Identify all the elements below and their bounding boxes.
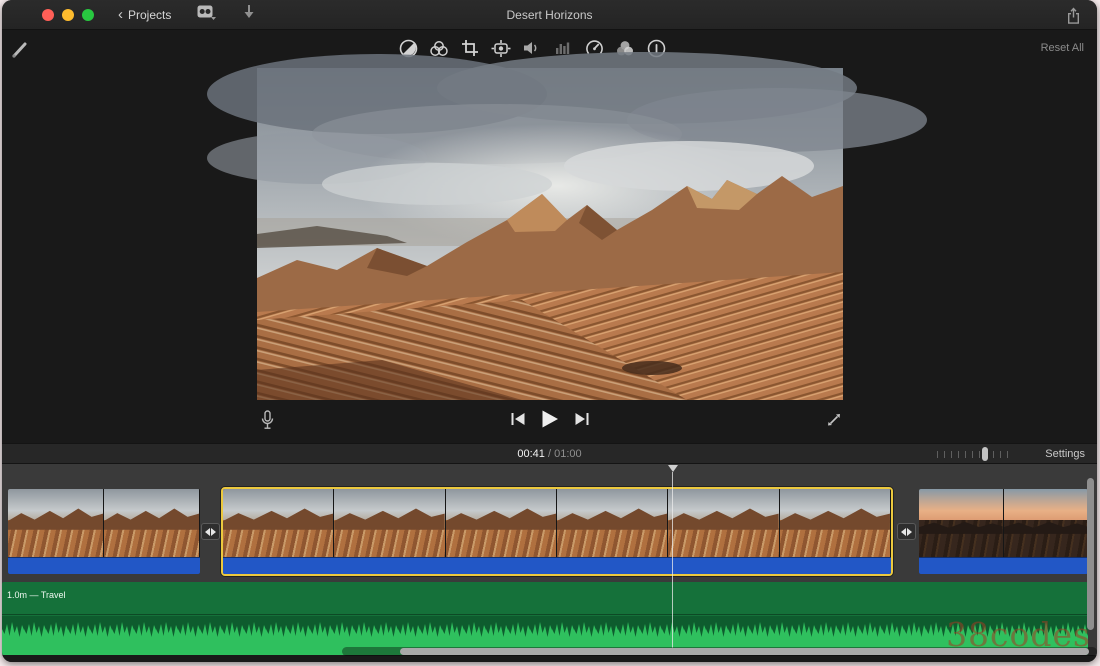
transition-button-2[interactable] bbox=[897, 523, 916, 540]
microphone-icon bbox=[260, 418, 275, 435]
import-button[interactable] bbox=[242, 4, 256, 25]
video-preview bbox=[257, 68, 843, 400]
filmstrip bbox=[8, 489, 200, 557]
timeline-clip-1[interactable] bbox=[8, 489, 200, 574]
transition-icon bbox=[901, 528, 906, 536]
content-pencil-icon[interactable] bbox=[10, 38, 32, 67]
music-label-band: 1.0m — Travel bbox=[2, 582, 1088, 615]
timeline-bottom-edge bbox=[2, 655, 1097, 662]
chevron-left-icon: ‹ bbox=[118, 7, 123, 22]
titlebar: ‹ Projects Desert Horizons bbox=[2, 0, 1097, 30]
timeline-toolbar: 00:41 / 01:00 Settings bbox=[2, 443, 1097, 464]
clip-thumbnail bbox=[446, 489, 557, 557]
clip-thumbnail bbox=[334, 489, 445, 557]
color-correction-button[interactable] bbox=[429, 38, 449, 58]
timeline-clip-3[interactable] bbox=[919, 489, 1088, 574]
clip-thumbnail bbox=[223, 489, 334, 557]
back-label: Projects bbox=[128, 8, 171, 22]
music-track-label: 1.0m — Travel bbox=[7, 590, 66, 600]
clip-audio-waveform bbox=[919, 557, 1088, 574]
voiceover-button[interactable] bbox=[260, 410, 275, 436]
clip-thumbnail bbox=[668, 489, 779, 557]
clip-thumbnail bbox=[557, 489, 668, 557]
preview-image bbox=[257, 68, 843, 400]
clip-thumbnail bbox=[919, 489, 1004, 557]
clip-audio-waveform bbox=[223, 557, 891, 574]
timecode-display: 00:41 / 01:00 bbox=[2, 448, 1097, 460]
clip-audio-waveform bbox=[8, 557, 200, 574]
timeline-clip-2-selected[interactable] bbox=[221, 487, 893, 576]
import-arrow-icon bbox=[242, 4, 256, 25]
play-button[interactable] bbox=[541, 410, 558, 433]
clip-thumbnail bbox=[8, 489, 104, 557]
back-to-projects-button[interactable]: ‹ Projects bbox=[118, 7, 171, 22]
timecode-duration: 01:00 bbox=[554, 448, 582, 460]
horizontal-scrollbar-track[interactable] bbox=[342, 647, 1097, 656]
timeline-pane: 1.0m — Travel bbox=[2, 464, 1097, 662]
zoom-slider-thumb[interactable] bbox=[982, 447, 988, 461]
transition-icon bbox=[211, 528, 216, 536]
music-track-clip[interactable]: 1.0m — Travel bbox=[2, 582, 1088, 655]
fullscreen-button[interactable] bbox=[826, 412, 842, 433]
stabilization-button[interactable] bbox=[491, 38, 511, 58]
crop-button[interactable] bbox=[460, 38, 480, 58]
media-browser-icon bbox=[197, 5, 216, 25]
share-button[interactable] bbox=[1066, 7, 1081, 29]
transition-button-1[interactable] bbox=[201, 523, 220, 540]
minimize-button[interactable] bbox=[62, 9, 74, 21]
previous-frame-button[interactable] bbox=[510, 412, 525, 431]
transition-icon bbox=[205, 528, 210, 536]
clip-thumbnail bbox=[1004, 489, 1089, 557]
traffic-lights bbox=[42, 9, 94, 21]
vertical-scrollbar-thumb[interactable] bbox=[1087, 478, 1094, 630]
close-button[interactable] bbox=[42, 9, 54, 21]
timecode-separator: / bbox=[545, 448, 554, 460]
transport-controls bbox=[510, 410, 589, 433]
settings-button[interactable]: Settings bbox=[1045, 448, 1085, 460]
volume-button[interactable] bbox=[522, 38, 542, 58]
filmstrip bbox=[223, 489, 891, 557]
horizontal-scrollbar-thumb[interactable] bbox=[400, 648, 1089, 655]
playhead-handle-icon[interactable] bbox=[668, 465, 678, 472]
clip-thumbnail bbox=[104, 489, 200, 557]
timecode-current: 00:41 bbox=[517, 448, 545, 460]
zoom-button[interactable] bbox=[82, 9, 94, 21]
playback-row bbox=[2, 408, 1097, 438]
reset-all-button[interactable]: Reset All bbox=[1041, 42, 1084, 54]
imovie-window: ‹ Projects Desert Horizons bbox=[2, 0, 1097, 662]
share-icon bbox=[1066, 11, 1081, 28]
media-browser-button[interactable] bbox=[197, 5, 216, 25]
timeline-zoom-slider[interactable] bbox=[937, 449, 1009, 460]
transition-icon bbox=[907, 528, 912, 536]
viewer-pane: Reset All bbox=[2, 30, 1097, 443]
clip-thumbnail bbox=[780, 489, 891, 557]
next-frame-button[interactable] bbox=[574, 412, 589, 431]
expand-arrows-icon bbox=[826, 415, 842, 432]
filmstrip bbox=[919, 489, 1088, 557]
